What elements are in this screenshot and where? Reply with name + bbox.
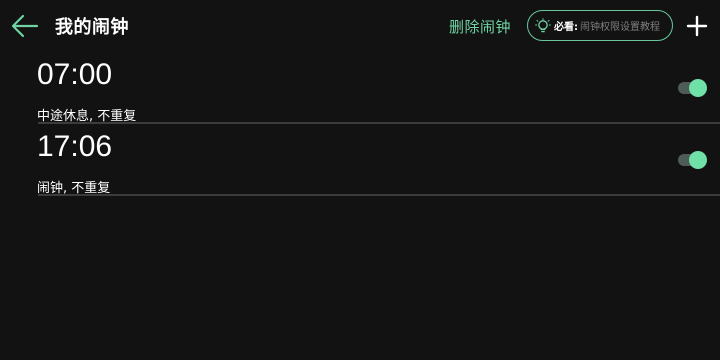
alarm-toggle[interactable] — [678, 151, 708, 169]
page-title: 我的闹钟 — [55, 17, 129, 38]
lightbulb-icon — [535, 17, 551, 32]
permission-tutorial-button[interactable]: 必看: 闹钟权限设置教程 — [527, 10, 673, 41]
toggle-knob — [689, 151, 707, 169]
arrow-left-icon — [11, 14, 39, 38]
add-alarm-button[interactable] — [685, 14, 709, 38]
alarm-item[interactable]: 07:00 中途休息, 不重复 — [0, 58, 720, 130]
divider — [38, 122, 720, 124]
delete-alarm-button[interactable]: 删除闹钟 — [449, 16, 511, 37]
alarm-item[interactable]: 17:06 闹钟, 不重复 — [0, 130, 720, 202]
back-button[interactable] — [10, 12, 40, 40]
toggle-knob — [689, 79, 707, 97]
plus-icon — [686, 15, 708, 37]
top-bar: 我的闹钟 删除闹钟 必看: 闹钟权限设置教程 — [0, 0, 720, 52]
alarm-toggle[interactable] — [678, 79, 708, 97]
alarm-time: 17:06 — [37, 130, 113, 163]
tip-text: 闹钟权限设置教程 — [580, 22, 660, 33]
tip-prefix: 必看: — [554, 22, 578, 33]
divider — [38, 194, 720, 196]
alarm-time: 07:00 — [37, 58, 113, 91]
